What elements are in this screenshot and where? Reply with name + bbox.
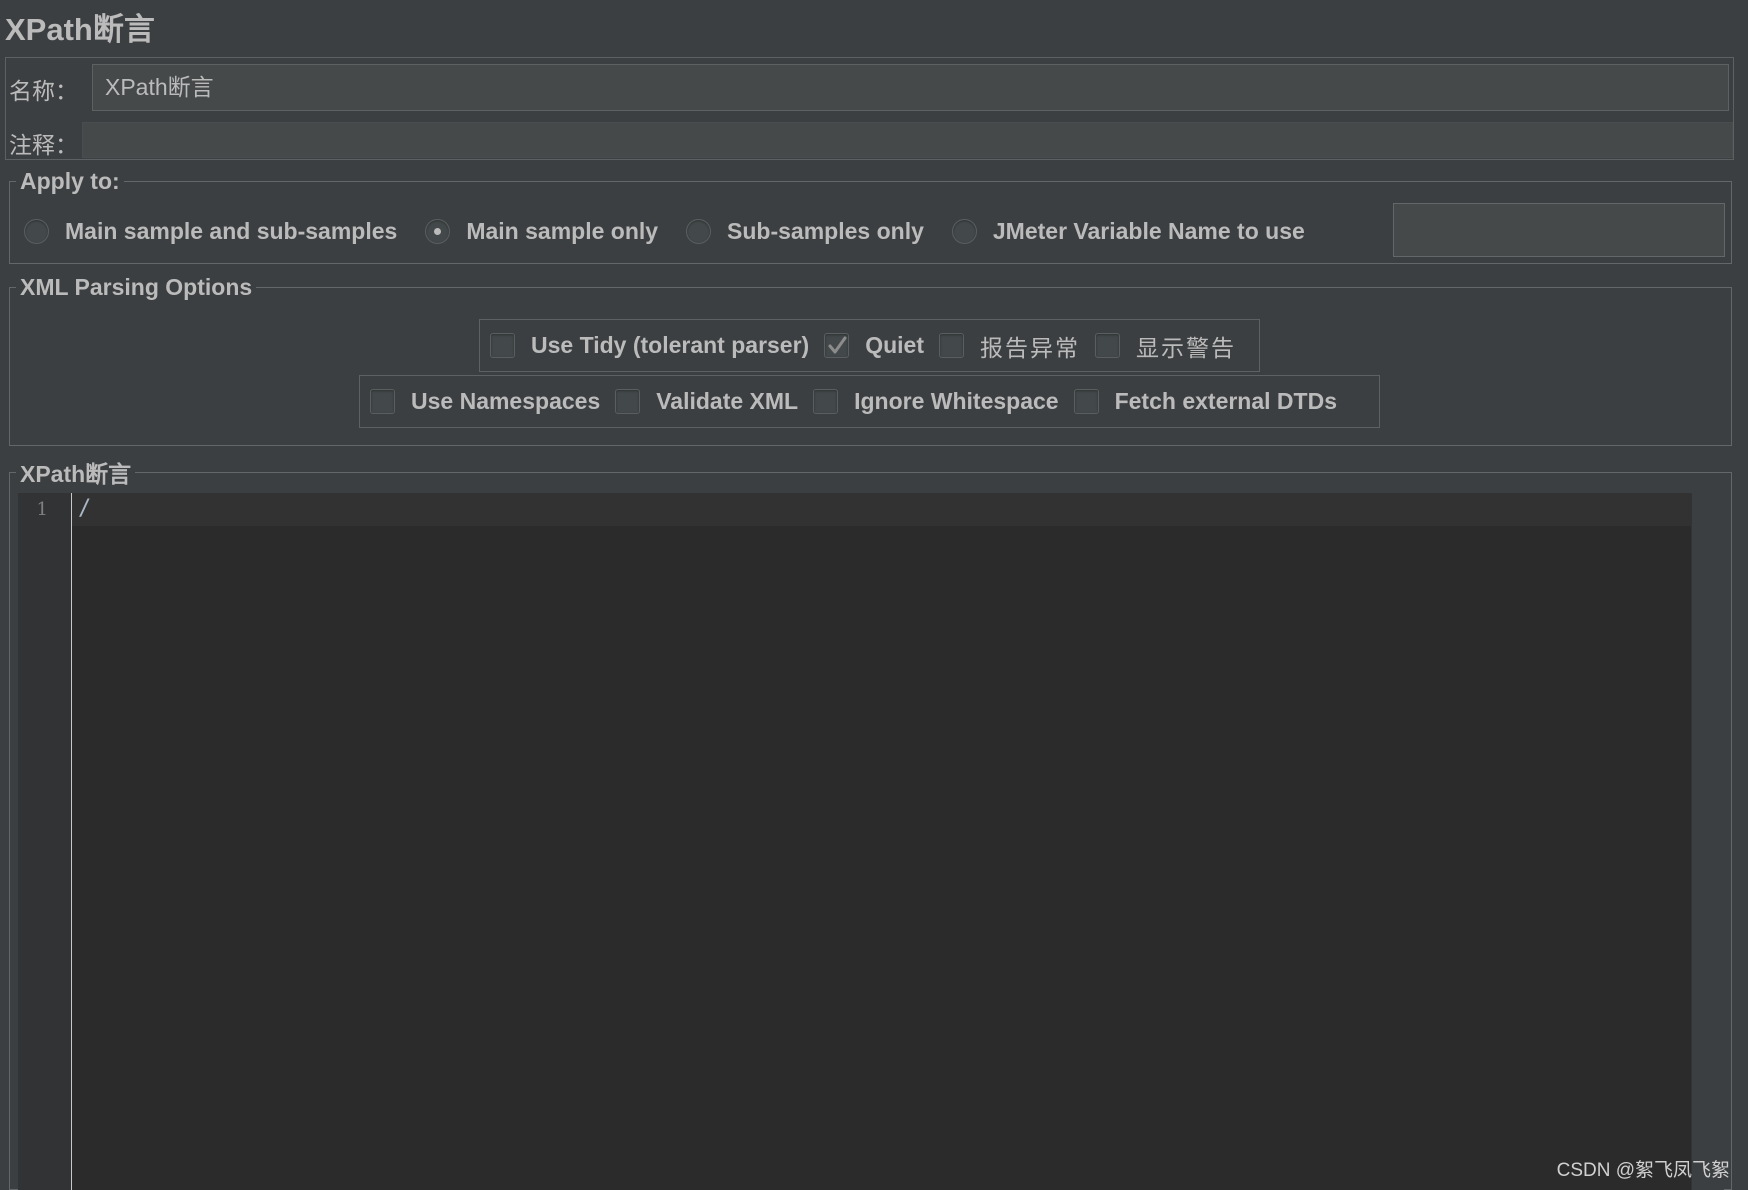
checkbox-quiet[interactable]: Quiet	[824, 332, 924, 359]
checkbox-ignore-whitespace[interactable]: Ignore Whitespace	[813, 388, 1059, 415]
code-line[interactable]: /	[78, 496, 91, 521]
current-line-highlight	[72, 493, 1692, 526]
checkbox[interactable]	[813, 389, 839, 414]
checkbox-label: Use Namespaces	[411, 388, 601, 414]
watermark: CSDN @絮飞凤飞絮	[1556, 1160, 1730, 1181]
comment-input[interactable]	[82, 122, 1733, 158]
radio-button[interactable]	[686, 218, 712, 244]
radio-button[interactable]	[24, 218, 49, 244]
comment-label: 注释：	[9, 132, 78, 158]
checkbox[interactable]	[1073, 389, 1099, 414]
checkbox-fetch-dtds[interactable]: Fetch external DTDs	[1073, 388, 1337, 415]
xml-parsing-legend: XML Parsing Options	[20, 274, 253, 300]
radio-sub-only[interactable]: Sub-samples only	[686, 218, 924, 245]
radio-main-only[interactable]: Main sample only	[425, 218, 658, 245]
checkbox-label: Use Tidy (tolerant parser)	[531, 332, 810, 358]
checkbox-label: 显示警告	[1136, 334, 1236, 361]
radio-label: Main sample and sub-samples	[65, 217, 398, 244]
radio-label: JMeter Variable Name to use	[992, 217, 1305, 244]
line-number: 1	[36, 499, 48, 520]
xpath-assertion-legend: XPath断言	[20, 461, 132, 487]
checkmark-icon	[828, 336, 847, 353]
radio-button[interactable]	[951, 218, 977, 244]
checkbox-label: Validate XML	[656, 388, 799, 414]
checkbox-label: Fetch external DTDs	[1114, 388, 1337, 414]
checkbox[interactable]	[824, 333, 850, 358]
checkbox-label: Quiet	[865, 332, 924, 358]
name-input[interactable]: XPath断言	[92, 64, 1729, 111]
name-label: 名称：	[9, 78, 78, 104]
checkbox[interactable]	[370, 389, 395, 414]
radio-label: Sub-samples only	[727, 217, 924, 244]
checkbox-use-namespaces[interactable]: Use Namespaces	[370, 388, 600, 415]
checkbox[interactable]	[490, 333, 515, 358]
checkbox-label: Ignore Whitespace	[854, 388, 1059, 414]
page-title: XPath断言	[5, 12, 155, 47]
radio-jmeter-variable[interactable]: JMeter Variable Name to use	[951, 217, 1305, 245]
apply-to-legend: Apply to:	[20, 168, 120, 194]
checkbox[interactable]	[939, 333, 964, 358]
checkbox-label: 报告异常	[980, 334, 1080, 361]
xml-options-row-1: Use Tidy (tolerant parser) Quiet 报告异常 显示…	[479, 319, 1260, 372]
xpath-code-editor[interactable]: 1 /	[18, 493, 1724, 1190]
xml-options-row-2: Use Namespaces Validate XML Ignore White…	[359, 375, 1380, 428]
radio-main-and-sub[interactable]: Main sample and sub-samples	[24, 218, 397, 245]
radio-button[interactable]	[425, 218, 451, 244]
jmeter-variable-input[interactable]	[1393, 203, 1725, 257]
checkbox[interactable]	[1095, 333, 1120, 358]
radio-selected-dot	[434, 227, 442, 235]
apply-to-options: Main sample and sub-samples Main sample …	[24, 212, 1333, 250]
checkbox[interactable]	[615, 389, 641, 414]
checkbox-show-warnings[interactable]: 显示警告	[1095, 329, 1236, 363]
checkbox-use-tidy[interactable]: Use Tidy (tolerant parser)	[490, 332, 809, 359]
radio-label: Main sample only	[466, 217, 659, 244]
vertical-scrollbar[interactable]	[1691, 493, 1724, 1190]
checkbox-report-errors[interactable]: 报告异常	[939, 329, 1080, 363]
line-number-gutter: 1	[18, 493, 72, 1190]
checkbox-validate-xml[interactable]: Validate XML	[615, 388, 798, 415]
